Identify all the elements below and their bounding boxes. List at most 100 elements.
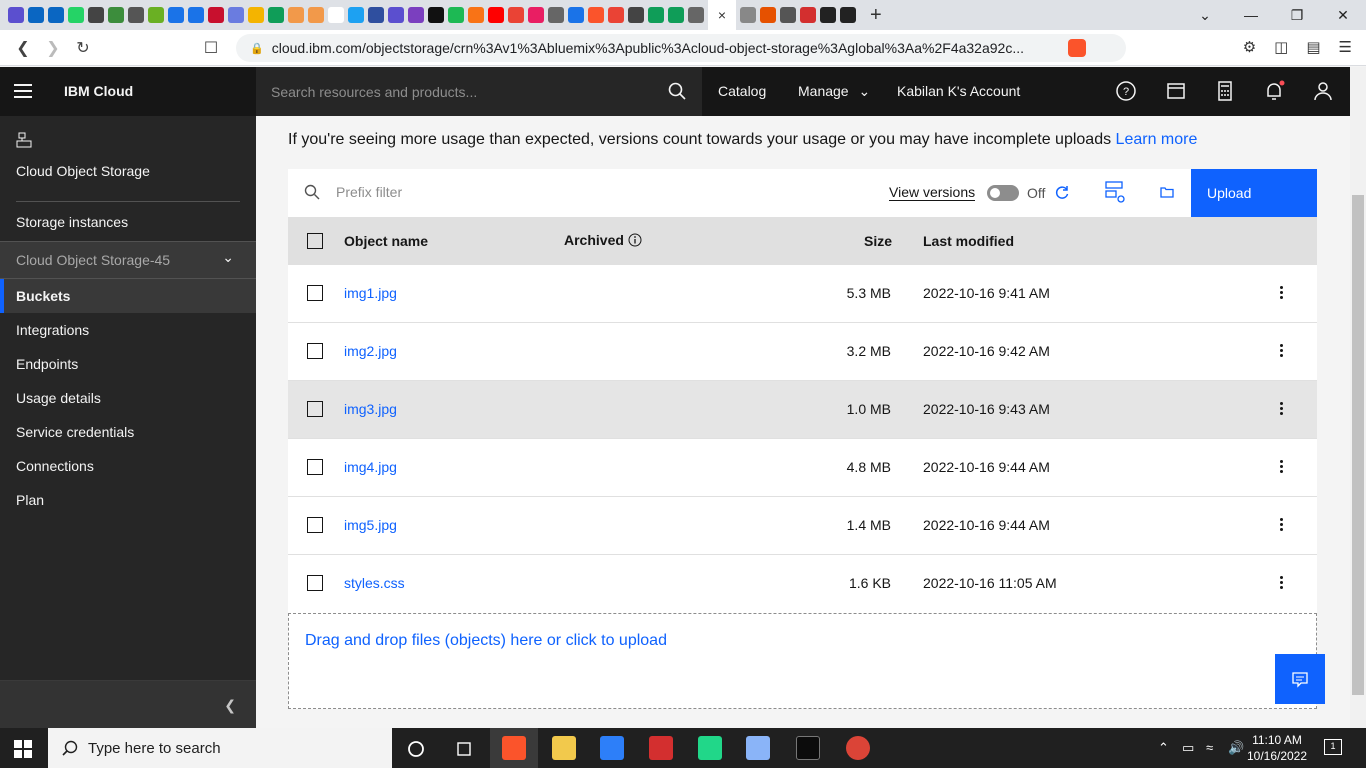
sidebar-item-connections[interactable]: Connections: [0, 449, 256, 483]
tab-favicon-icon[interactable]: [68, 7, 84, 23]
object-settings-icon[interactable]: [1103, 180, 1127, 206]
tab-favicon-icon[interactable]: [348, 7, 364, 23]
tab-favicon-icon[interactable]: [648, 7, 664, 23]
catalog-link[interactable]: Catalog: [718, 83, 766, 99]
tab-favicon-icon[interactable]: [128, 7, 144, 23]
volume-icon[interactable]: 🔊: [1228, 740, 1244, 756]
sidebar-item-endpoints[interactable]: Endpoints: [0, 347, 256, 381]
tab-favicon-icon[interactable]: [488, 7, 504, 23]
wallet-icon[interactable]: ▤: [1306, 38, 1320, 56]
overflow-menu-icon[interactable]: [1280, 286, 1283, 301]
learn-more-link[interactable]: Learn more: [1116, 131, 1198, 148]
overflow-menu-icon[interactable]: [1280, 576, 1283, 591]
reload-icon[interactable]: ↻: [68, 38, 98, 58]
row-checkbox[interactable]: [307, 517, 323, 533]
tab-favicon-icon[interactable]: [308, 7, 324, 23]
show-hidden-icons-icon[interactable]: ⌃: [1158, 740, 1169, 756]
tab-favicon-icon[interactable]: [388, 7, 404, 23]
row-checkbox[interactable]: [307, 459, 323, 475]
network-adapter-icon[interactable]: ▭: [1182, 740, 1194, 756]
overflow-menu-icon[interactable]: [1280, 460, 1283, 475]
view-versions-toggle[interactable]: [987, 185, 1019, 201]
table-row[interactable]: img1.jpg 5.3 MB 2022-10-16 9:41 AM: [288, 265, 1317, 323]
new-tab-icon[interactable]: +: [870, 4, 882, 27]
refresh-icon[interactable]: [1054, 184, 1070, 200]
object-name-link[interactable]: img3.jpg: [344, 401, 397, 417]
info-icon[interactable]: [628, 233, 642, 247]
upload-button[interactable]: Upload: [1191, 169, 1317, 217]
help-icon[interactable]: ?: [1115, 80, 1137, 102]
tab-favicon-icon[interactable]: [508, 7, 524, 23]
global-search-input[interactable]: Search resources and products...: [256, 67, 702, 116]
row-checkbox[interactable]: [307, 343, 323, 359]
col-object-name[interactable]: Object name: [344, 233, 428, 249]
tab-favicon-icon[interactable]: [168, 7, 184, 23]
tab-favicon-icon[interactable]: [208, 7, 224, 23]
tab-favicon-icon[interactable]: [820, 7, 836, 23]
col-last-modified[interactable]: Last modified: [923, 233, 1014, 249]
sidebar-item-storage-instances[interactable]: Storage instances: [0, 205, 256, 239]
wifi-icon[interactable]: ≈: [1206, 740, 1213, 755]
tab-favicon-icon[interactable]: [28, 7, 44, 23]
tab-favicon-icon[interactable]: [408, 7, 424, 23]
tab-favicon-icon[interactable]: [248, 7, 264, 23]
file-explorer-icon[interactable]: [552, 736, 576, 760]
tab-favicon-icon[interactable]: [688, 7, 704, 23]
tab-favicon-icon[interactable]: [840, 7, 856, 23]
collapse-sidebar-button[interactable]: ❮: [0, 680, 256, 728]
microsoft-store-icon[interactable]: [600, 736, 624, 760]
scrollbar-thumb[interactable]: [1352, 195, 1364, 695]
tab-favicon-icon[interactable]: [760, 7, 776, 23]
active-tab-close-icon[interactable]: ×: [708, 0, 736, 30]
sidebar-item-plan[interactable]: Plan: [0, 483, 256, 517]
table-row[interactable]: img5.jpg 1.4 MB 2022-10-16 9:44 AM: [288, 497, 1317, 555]
hamburger-menu-icon[interactable]: [14, 84, 32, 102]
tab-favicon-icon[interactable]: [448, 7, 464, 23]
overflow-menu-icon[interactable]: [1280, 344, 1283, 359]
tab-favicon-icon[interactable]: [588, 7, 604, 23]
brave-shields-icon[interactable]: [1068, 39, 1086, 57]
object-name-link[interactable]: styles.css: [344, 575, 405, 591]
tab-favicon-icon[interactable]: [548, 7, 564, 23]
tab-search-icon[interactable]: ⌄: [1182, 0, 1228, 30]
row-checkbox[interactable]: [307, 285, 323, 301]
wps-office-icon[interactable]: [649, 736, 673, 760]
extensions-icon[interactable]: ⚙: [1243, 38, 1256, 56]
tab-favicon-icon[interactable]: [288, 7, 304, 23]
account-switcher[interactable]: Kabilan K's Account: [897, 83, 1020, 99]
user-profile-icon[interactable]: [1312, 80, 1334, 102]
cortana-icon[interactable]: [407, 740, 425, 758]
search-icon[interactable]: [668, 82, 686, 100]
brave-browser-icon[interactable]: [502, 736, 526, 760]
instance-selector[interactable]: Cloud Object Storage-45 ⌄: [0, 241, 256, 279]
calculator-icon[interactable]: [1214, 80, 1236, 102]
tab-favicon-icon[interactable]: [468, 7, 484, 23]
tab-favicon-icon[interactable]: [328, 7, 344, 23]
sidebar-item-integrations[interactable]: Integrations: [0, 313, 256, 347]
tab-favicon-icon[interactable]: [608, 7, 624, 23]
manage-menu[interactable]: Manage ⌄: [798, 83, 870, 100]
sidebar-icon[interactable]: ◫: [1274, 38, 1288, 56]
chat-support-button[interactable]: [1275, 654, 1325, 704]
chrome-icon[interactable]: [846, 736, 870, 760]
tab-favicon-icon[interactable]: [800, 7, 816, 23]
sidebar-item-buckets[interactable]: Buckets: [0, 279, 256, 313]
brand-name[interactable]: IBM Cloud: [64, 83, 133, 99]
tab-favicon-icon[interactable]: [148, 7, 164, 23]
tab-favicon-icon[interactable]: [668, 7, 684, 23]
tab-favicon-icon[interactable]: [108, 7, 124, 23]
back-icon[interactable]: ❮: [8, 38, 38, 58]
tab-favicon-icon[interactable]: [8, 7, 24, 23]
restore-icon[interactable]: ❐: [1274, 0, 1320, 30]
tab-favicon-icon[interactable]: [48, 7, 64, 23]
col-size[interactable]: Size: [864, 233, 892, 249]
sidebar-item-service-credentials[interactable]: Service credentials: [0, 415, 256, 449]
tab-favicon-icon[interactable]: [368, 7, 384, 23]
tab-favicon-icon[interactable]: [740, 7, 756, 23]
minimize-icon[interactable]: —: [1228, 0, 1274, 30]
upload-dropzone[interactable]: Drag and drop files (objects) here or cl…: [288, 613, 1317, 709]
prefix-filter-input[interactable]: Prefix filter: [336, 184, 402, 200]
row-checkbox[interactable]: [307, 401, 323, 417]
table-row[interactable]: img4.jpg 4.8 MB 2022-10-16 9:44 AM: [288, 439, 1317, 497]
table-row[interactable]: styles.css 1.6 KB 2022-10-16 11:05 AM: [288, 555, 1317, 613]
